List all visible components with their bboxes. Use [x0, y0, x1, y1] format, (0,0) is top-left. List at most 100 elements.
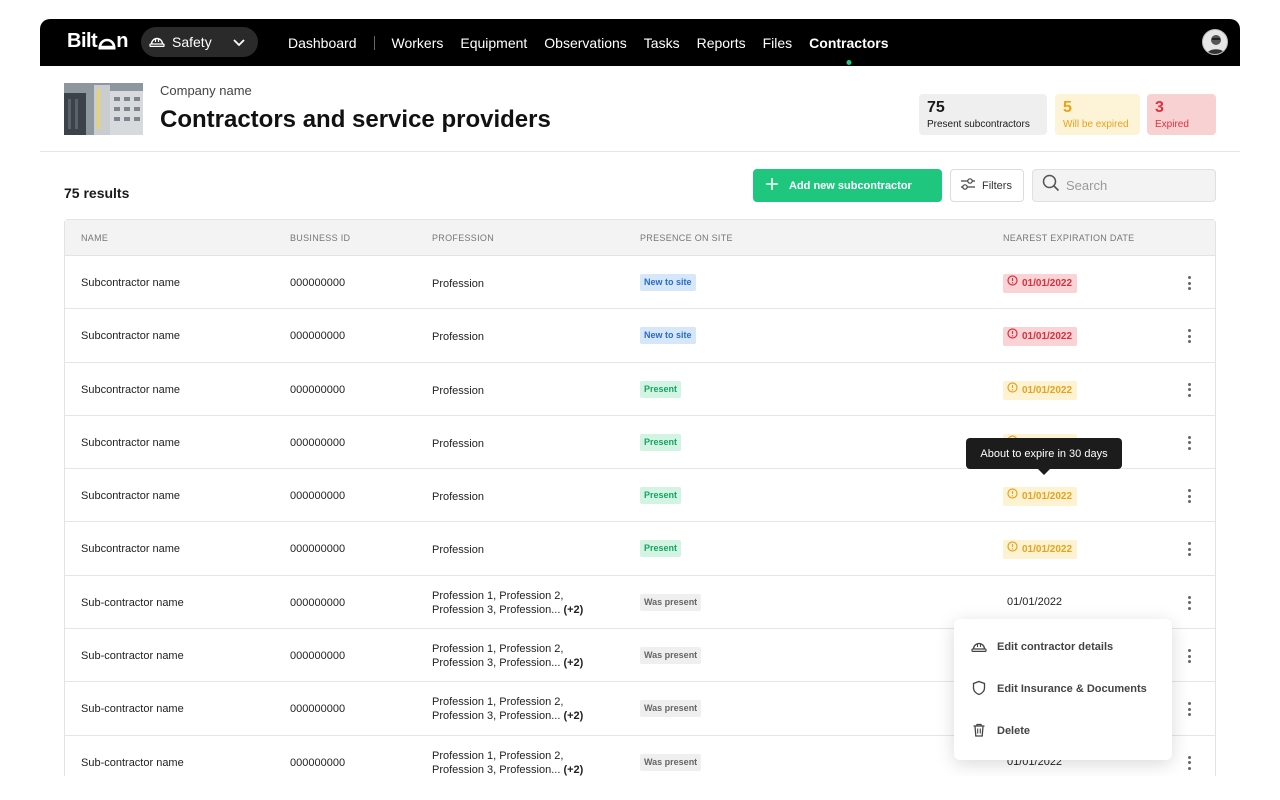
profession-cell: Profession 1, Profession 2, Profession 3,… [432, 642, 583, 670]
user-avatar[interactable] [1202, 29, 1228, 55]
row-more-menu-icon[interactable] [1179, 753, 1199, 773]
expiration-date-text: 01/01/2022 [1022, 544, 1073, 556]
business-id: 000000000 [290, 650, 346, 663]
presence-badge-was-present: Was present [640, 647, 702, 665]
profession-more-count[interactable]: (+2) [563, 604, 583, 616]
row-more-menu-icon[interactable] [1179, 539, 1199, 559]
expiration-date-expired[interactable]: 01/01/2022 [1003, 327, 1078, 347]
contractor-name[interactable]: Subcontractor name [81, 490, 180, 502]
col-expiration[interactable]: NEAREST EXPIRATION DATE [1003, 233, 1134, 243]
col-presence[interactable]: PRESENCE ON SITE [640, 233, 733, 243]
row-more-menu-icon[interactable] [1179, 486, 1199, 506]
trash-icon [971, 722, 987, 741]
table-row[interactable]: Subcontractor name 000000000 Profession New… [65, 309, 1215, 363]
col-name[interactable]: NAME [81, 233, 108, 243]
stat-will-be-expired[interactable]: 5 Will be expired [1055, 94, 1140, 135]
app-logo[interactable]: Bilt n [67, 30, 128, 53]
profession-line-1: Profession 1, Profession 2, [432, 696, 564, 709]
page-title: Contractors and service providers [160, 106, 551, 133]
expiration-date-text: 01/01/2022 [1022, 384, 1073, 396]
profession-more-count[interactable]: (+2) [563, 710, 583, 722]
expiration-date-warning[interactable]: 01/01/2022 [1003, 380, 1078, 400]
menu-label: Edit contractor details [997, 641, 1114, 653]
nav-dashboard[interactable]: Dashboard [288, 35, 357, 51]
kebab-dot [1187, 500, 1191, 504]
business-id: 000000000 [290, 543, 346, 556]
row-more-menu-icon[interactable] [1179, 699, 1199, 719]
module-switcher[interactable]: Safety [141, 27, 258, 57]
row-more-menu-icon[interactable] [1179, 273, 1199, 293]
nav-reports[interactable]: Reports [697, 35, 746, 51]
profession-line-1: Profession 1, Profession 2, [432, 749, 564, 762]
nav-contractors[interactable]: Contractors [809, 35, 888, 51]
nav-files[interactable]: Files [763, 35, 793, 51]
contractor-name[interactable]: Sub-contractor name [81, 703, 184, 715]
kebab-dot [1187, 547, 1191, 551]
row-more-menu-icon[interactable] [1179, 380, 1199, 400]
row-more-menu-icon[interactable] [1179, 646, 1199, 666]
search-icon [1042, 174, 1060, 197]
kebab-dot [1187, 494, 1191, 498]
nav-equipment[interactable]: Equipment [460, 35, 527, 51]
top-navigation: Bilt n Safety Dashboard Workers Equipmen… [40, 19, 1240, 66]
kebab-dot [1187, 441, 1191, 445]
hard-hat-icon [149, 34, 165, 51]
expiration-date-warning[interactable]: 01/01/2022 [1003, 487, 1078, 507]
menu-edit-contractor-details[interactable]: Edit contractor details [954, 626, 1172, 668]
contractor-name[interactable]: Subcontractor name [81, 277, 180, 289]
expiration-date-text: 01/01/2022 [1022, 331, 1073, 343]
search-input[interactable] [1066, 178, 1206, 193]
kebab-dot [1187, 388, 1191, 392]
row-more-menu-icon[interactable] [1179, 433, 1199, 453]
profession-more-count[interactable]: (+2) [563, 657, 583, 669]
menu-label: Delete [997, 725, 1031, 737]
menu-delete[interactable]: Delete [954, 710, 1172, 752]
menu-edit-insurance-documents[interactable]: Edit Insurance & Documents [954, 668, 1172, 710]
contractor-name[interactable]: Subcontractor name [81, 384, 180, 396]
profession-cell: Profession 1, Profession 2, Profession 3,… [432, 695, 583, 723]
nav-observations[interactable]: Observations [544, 35, 626, 51]
row-more-menu-icon[interactable] [1179, 326, 1199, 346]
col-business-id[interactable]: BUSINESS ID [290, 233, 350, 243]
contractor-name[interactable]: Subcontractor name [81, 543, 180, 555]
profession-more-count[interactable]: (+2) [563, 764, 583, 776]
add-subcontractor-button[interactable]: Add new subcontractor [753, 169, 942, 202]
nav-workers[interactable]: Workers [392, 35, 444, 51]
table-row[interactable]: Subcontractor name 000000000 Profession Pre… [65, 469, 1215, 523]
stat-will-expire-value: 5 [1063, 99, 1072, 116]
table-row[interactable]: Subcontractor name 000000000 Profession Pre… [65, 363, 1215, 416]
kebab-dot [1187, 660, 1191, 664]
presence-badge-new: New to site [640, 327, 696, 345]
search-box[interactable] [1032, 169, 1216, 202]
expiration-date-expired[interactable]: 01/01/2022 [1003, 274, 1078, 293]
kebab-dot [1187, 713, 1191, 717]
presence-badge-was-present: Was present [640, 753, 702, 771]
contractor-name[interactable]: Subcontractor name [81, 330, 180, 342]
contractor-name[interactable]: Sub-contractor name [81, 650, 184, 662]
stat-present-subcontractors[interactable]: 75 Present subcontractors [919, 94, 1047, 135]
row-context-menu: Edit contractor details Edit Insurance &… [954, 619, 1172, 760]
col-profession[interactable]: PROFESSION [432, 233, 494, 243]
results-count: 75 results [64, 185, 130, 201]
business-id: 000000000 [290, 490, 346, 503]
contractor-name[interactable]: Subcontractor name [81, 437, 180, 449]
nav-tasks[interactable]: Tasks [644, 35, 680, 51]
stat-expired-label: Expired [1155, 119, 1189, 130]
kebab-dot [1187, 340, 1191, 344]
filters-button[interactable]: Filters [950, 169, 1024, 202]
contractor-name[interactable]: Sub-contractor name [81, 757, 184, 769]
stat-present-value: 75 [927, 99, 945, 116]
stat-expired[interactable]: 3 Expired [1147, 94, 1216, 135]
table-row[interactable]: Subcontractor name 000000000 Profession Pre… [65, 522, 1215, 576]
kebab-dot [1187, 489, 1191, 493]
table-row[interactable]: Subcontractor name 000000000 Profession New… [65, 256, 1215, 310]
kebab-dot [1187, 329, 1191, 333]
kebab-dot [1187, 435, 1191, 439]
row-more-menu-icon[interactable] [1179, 593, 1199, 613]
alert-circle-icon [1007, 487, 1018, 506]
profession-cell: Profession 1, Profession 2, Profession 3,… [432, 589, 583, 617]
expiration-date-warning[interactable]: 01/01/2022 [1003, 540, 1078, 560]
contractor-name[interactable]: Sub-contractor name [81, 597, 184, 609]
alert-circle-icon [1007, 381, 1018, 400]
presence-badge-present: Present [640, 540, 682, 558]
